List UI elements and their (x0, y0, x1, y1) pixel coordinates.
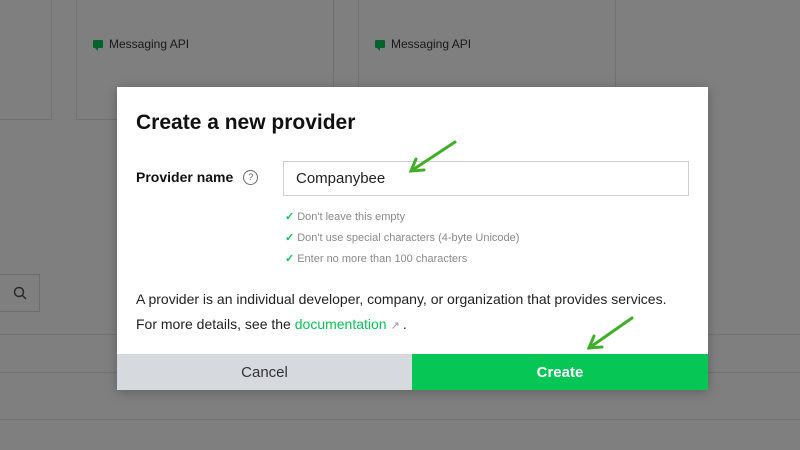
annotation-arrow-input (408, 140, 457, 173)
annotation-arrow-create (586, 316, 634, 350)
annotation-arrows (408, 140, 634, 350)
